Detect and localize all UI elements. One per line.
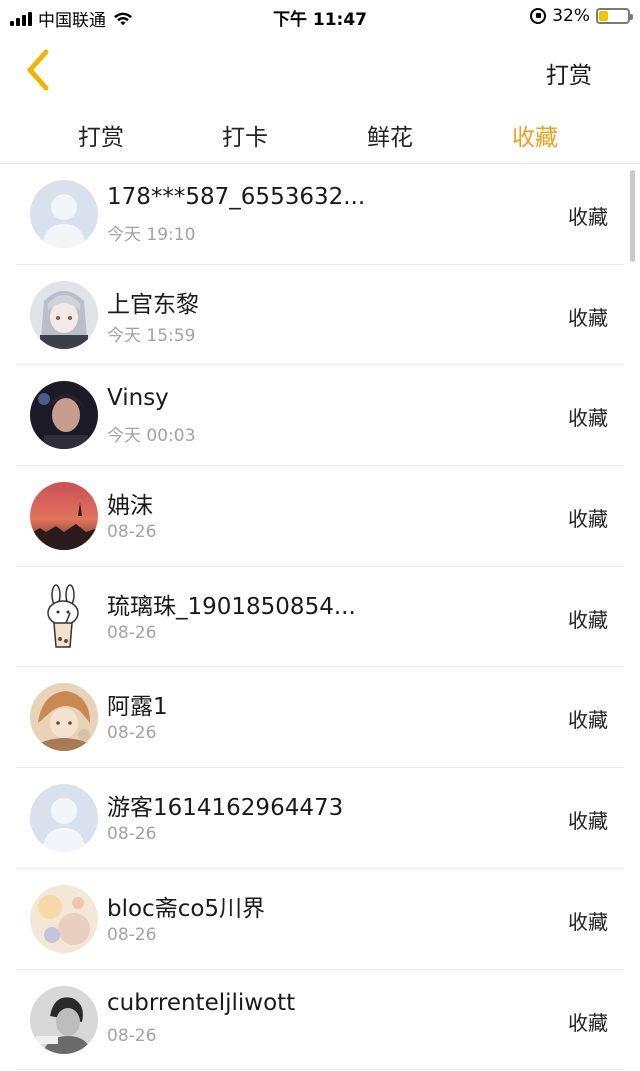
list-item[interactable]: 游客1614162964473 08-26 收藏: [16, 768, 624, 869]
timestamp: 08-26: [107, 1025, 157, 1046]
favorite-label: 收藏: [568, 909, 608, 934]
default-avatar: [30, 180, 98, 248]
timestamp: 今天 15:59: [107, 325, 196, 346]
user-name: 琉璃珠_1901850854...: [107, 593, 356, 620]
favorite-label: 收藏: [568, 607, 608, 632]
user-name: 阿露1: [107, 694, 168, 721]
user-name: 178***587_6553632...: [107, 184, 366, 210]
timestamp: 今天 00:03: [107, 426, 196, 447]
favorite-label: 收藏: [568, 809, 608, 834]
anime-boy-avatar: [30, 683, 98, 752]
favorite-label: 收藏: [568, 507, 608, 532]
battery-percent: 32%: [552, 6, 590, 26]
tab-favorites[interactable]: 收藏: [512, 118, 558, 152]
default-avatar: [30, 784, 98, 853]
sunset-avatar: [30, 482, 98, 551]
dark-portrait-avatar: [30, 381, 98, 450]
timestamp: 08-26: [107, 622, 157, 643]
user-name: 上官东黎: [107, 291, 199, 318]
scrollbar[interactable]: [630, 170, 635, 262]
timestamp: 08-26: [107, 924, 157, 945]
user-list: 178***587_6553632... 今天 19:10 收藏 上官东黎 今天…: [0, 164, 640, 1071]
tab-checkin[interactable]: 打卡: [222, 118, 268, 152]
user-name: bloc斋co5川界: [107, 895, 266, 922]
status-right: 32%: [530, 6, 633, 26]
timestamp: 今天 19:10: [107, 225, 196, 245]
list-item[interactable]: bloc斋co5川界 08-26 收藏: [16, 869, 624, 970]
user-name: 姌沫: [107, 493, 153, 520]
bw-portrait-avatar: [30, 985, 98, 1054]
battery-icon: [596, 8, 633, 24]
list-item[interactable]: 阿露1 08-26 收藏: [16, 667, 624, 769]
favorite-label: 收藏: [568, 305, 608, 330]
nav-bar: 打赏: [0, 34, 640, 106]
tab-bar: 打赏 打卡 鲜花 收藏: [0, 106, 640, 164]
favorite-label: 收藏: [568, 1010, 608, 1035]
rotation-lock-icon: [530, 8, 547, 24]
pastel-avatar: [30, 884, 98, 953]
list-item[interactable]: 琉璃珠_1901850854... 08-26 收藏: [16, 567, 624, 668]
favorite-label: 收藏: [568, 708, 608, 733]
user-name: Vinsy: [107, 385, 169, 412]
bunny-avatar: [30, 582, 98, 651]
list-item[interactable]: cubrrenteljliwott 08-26 收藏: [16, 970, 624, 1071]
list-item[interactable]: 178***587_6553632... 今天 19:10 收藏: [16, 164, 624, 265]
anime-girl-avatar: [30, 280, 98, 349]
status-bar: 中国联通 下午 11:47 32%: [0, 0, 640, 34]
user-name: cubrrenteljliwott: [107, 989, 296, 1016]
timestamp: 08-26: [107, 723, 157, 744]
reward-nav-button[interactable]: 打赏: [546, 56, 592, 90]
timestamp: 08-26: [107, 824, 157, 845]
list-item[interactable]: Vinsy 今天 00:03 收藏: [16, 365, 624, 467]
user-name: 游客1614162964473: [107, 795, 344, 822]
favorite-label: 收藏: [568, 205, 608, 229]
tab-reward[interactable]: 打赏: [78, 118, 124, 152]
list-item[interactable]: 上官东黎 今天 15:59 收藏: [16, 265, 624, 366]
timestamp: 08-26: [107, 522, 157, 543]
favorite-label: 收藏: [568, 406, 608, 431]
back-button[interactable]: [22, 48, 56, 92]
chevron-left-icon: [27, 49, 49, 91]
list-item[interactable]: 姌沫 08-26 收藏: [16, 466, 624, 567]
tab-flowers[interactable]: 鲜花: [367, 118, 413, 152]
